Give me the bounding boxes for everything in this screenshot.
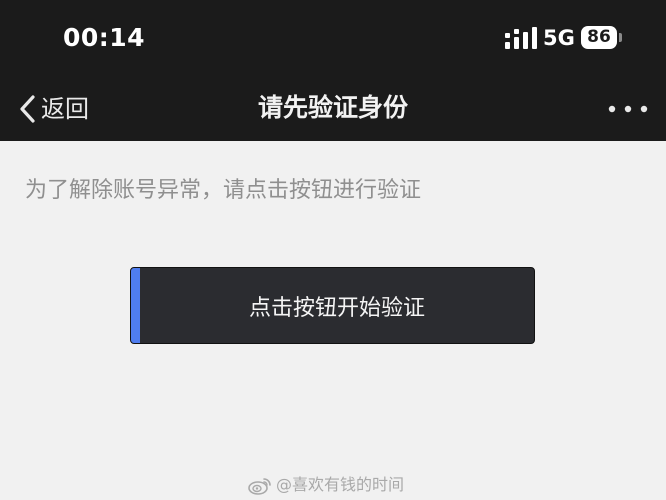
status-bar: 00:14 5G 86 [0, 0, 666, 78]
verify-button-label: 点击按钮开始验证 [248, 295, 425, 321]
battery-nub [619, 33, 622, 42]
signal-icon [505, 27, 537, 49]
weibo-icon [248, 477, 271, 495]
battery-icon: 86 [581, 26, 617, 49]
instruction-text: 为了解除账号异常，请点击按钮进行验证 [25, 178, 422, 203]
more-dots-icon [608, 105, 648, 113]
page-title: 请先验证身份 [257, 93, 408, 122]
nav-bar: 返回 请先验证身份 [0, 78, 666, 141]
button-accent-strip [131, 268, 140, 343]
more-button[interactable] [604, 94, 650, 124]
status-time: 00:14 [63, 23, 146, 52]
start-verification-button[interactable]: 点击按钮开始验证 [130, 267, 535, 344]
network-label: 5G [543, 26, 575, 50]
watermark: @喜欢有钱的时间 [248, 472, 404, 498]
watermark-text: @喜欢有钱的时间 [276, 475, 405, 494]
